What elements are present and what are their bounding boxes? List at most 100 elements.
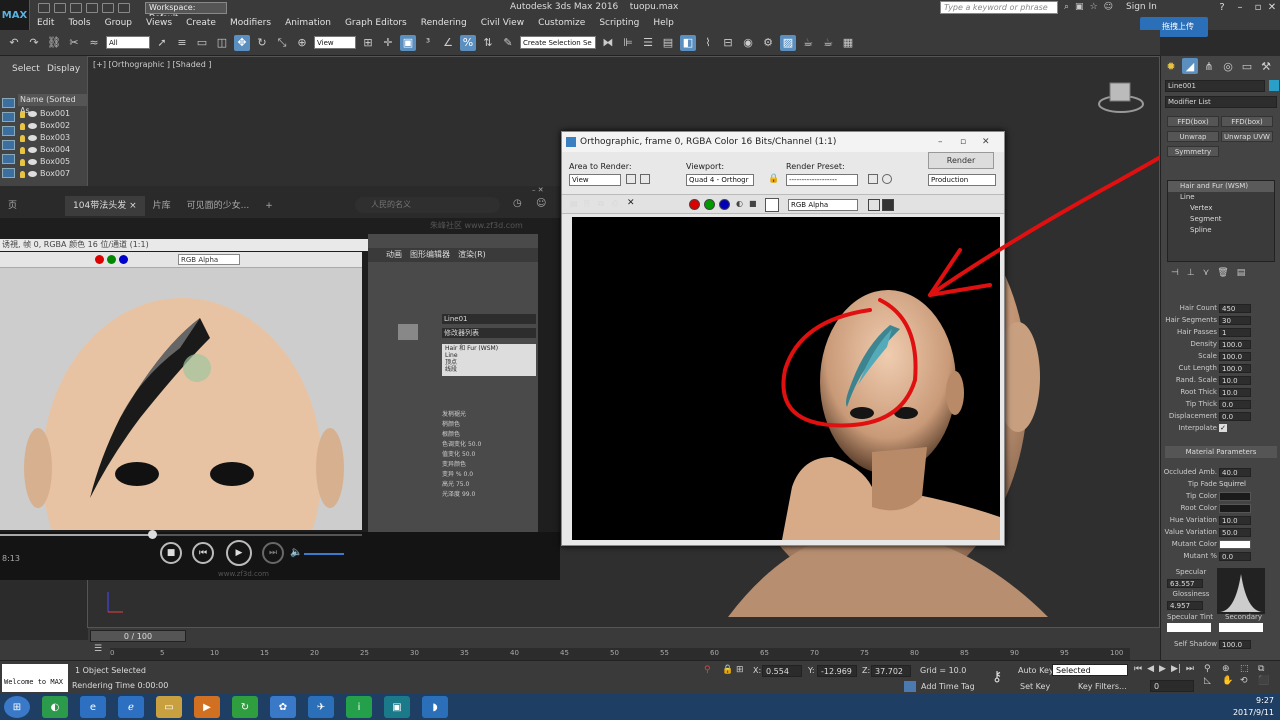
- link-icon[interactable]: ⛓: [46, 35, 62, 51]
- workspace-dropdown[interactable]: Workspace: Default: [145, 2, 227, 22]
- material-params-rollout[interactable]: Material Parameters: [1165, 446, 1277, 458]
- material-editor-icon[interactable]: ◉: [740, 35, 756, 51]
- maximize-viewport-icon[interactable]: ⬛: [1258, 676, 1274, 686]
- help-icon[interactable]: ?: [1212, 0, 1232, 15]
- help-search-input[interactable]: Type a keyword or phrase: [940, 1, 1058, 14]
- close-button[interactable]: ✕: [1262, 0, 1280, 15]
- key-mode-dropdown[interactable]: Selected: [1052, 664, 1128, 676]
- render-canvas[interactable]: [572, 217, 1000, 540]
- stack-item-vertex[interactable]: Vertex: [1168, 203, 1274, 214]
- render-iterative-icon[interactable]: ☕: [820, 35, 836, 51]
- minimize-button[interactable]: –: [1230, 0, 1250, 15]
- menu-views[interactable]: Views: [139, 18, 179, 28]
- taskbar-feather-icon[interactable]: ◗: [422, 696, 448, 718]
- play-icon[interactable]: ▶: [1159, 664, 1166, 674]
- selection-filter-dropdown[interactable]: All: [106, 36, 150, 49]
- key-filters-button[interactable]: Key Filters...: [1078, 682, 1127, 691]
- volume-slider[interactable]: [304, 553, 344, 555]
- taskbar-browser-icon[interactable]: ℯ: [118, 696, 144, 718]
- light-bulb-icon[interactable]: [20, 110, 25, 118]
- field-of-view-icon[interactable]: ◺: [1204, 676, 1220, 686]
- self-shadow-spinner[interactable]: 100.0: [1219, 639, 1251, 649]
- lock-icon[interactable]: 🔒: [768, 174, 779, 184]
- tab-video-2[interactable]: 片库: [145, 196, 179, 216]
- video-search-input[interactable]: 人民的名义: [355, 197, 500, 213]
- object-color-swatch[interactable]: [1269, 80, 1279, 91]
- curve-editor-icon[interactable]: ⌇: [700, 35, 716, 51]
- visibility-icon[interactable]: [28, 159, 37, 165]
- previous-button[interactable]: ⏮: [192, 542, 214, 564]
- edit-named-sel-icon[interactable]: ✎: [500, 35, 516, 51]
- hair-count-spinner[interactable]: 450: [1219, 303, 1251, 313]
- user-icon[interactable]: ☺: [536, 198, 546, 209]
- taskbar-360-icon[interactable]: ◐: [42, 696, 68, 718]
- scene-explorer-icon[interactable]: ▤: [660, 35, 676, 51]
- list-item[interactable]: Box001: [20, 108, 87, 120]
- tab-video-1[interactable]: 104带法头发 ×: [65, 196, 145, 216]
- named-selection-dropdown[interactable]: Create Selection Se: [520, 36, 596, 49]
- unlink-icon[interactable]: ✂: [66, 35, 82, 51]
- render-preset-select[interactable]: -------------------: [786, 174, 858, 186]
- hair-segments-spinner[interactable]: 30: [1219, 315, 1251, 325]
- display-none-icon[interactable]: [2, 98, 15, 108]
- symmetry-button[interactable]: Symmetry: [1167, 146, 1219, 157]
- video-window-controls[interactable]: – ✕: [532, 186, 560, 194]
- light-bulb-icon[interactable]: [20, 170, 25, 178]
- system-clock[interactable]: 9:27 2017/9/11: [1233, 695, 1274, 719]
- stack-item-line[interactable]: Line: [1168, 192, 1274, 203]
- root-color-swatch[interactable]: [1219, 503, 1251, 513]
- stack-item-hair[interactable]: Hair and Fur (WSM): [1168, 181, 1274, 192]
- place-icon[interactable]: ⊕: [294, 35, 310, 51]
- specular-spinner[interactable]: 63.557: [1167, 579, 1203, 588]
- ref-coord-dropdown[interactable]: View: [314, 36, 356, 49]
- select-object-icon[interactable]: ➚: [154, 35, 170, 51]
- menu-create[interactable]: Create: [179, 18, 223, 28]
- tip-color-swatch[interactable]: [1219, 491, 1251, 501]
- z-coordinate-field[interactable]: 37.702: [871, 665, 911, 677]
- pan-icon[interactable]: ✋: [1222, 676, 1238, 686]
- viewcube[interactable]: [1098, 82, 1144, 113]
- display-helpers-icon[interactable]: [2, 168, 15, 178]
- snaps-toggle-icon[interactable]: ³: [420, 35, 436, 51]
- visibility-icon[interactable]: [28, 123, 37, 129]
- scale-spinner[interactable]: 100.0: [1219, 351, 1251, 361]
- print-icon[interactable]: ⎙: [612, 199, 618, 209]
- visibility-icon[interactable]: [28, 147, 37, 153]
- squirrel-checkbox[interactable]: Squirrel: [1219, 480, 1246, 488]
- tab-display-icon[interactable]: ▭: [1239, 58, 1255, 74]
- tab-modify-icon[interactable]: ◢: [1182, 58, 1198, 74]
- specular-tint-swatch[interactable]: [1167, 623, 1211, 632]
- cut-length-spinner[interactable]: 100.0: [1219, 363, 1251, 373]
- timeline-scroll[interactable]: [0, 628, 88, 640]
- menu-group[interactable]: Group: [98, 18, 139, 28]
- zoom-extents-icon[interactable]: ⬚: [1240, 664, 1256, 674]
- remove-modifier-icon[interactable]: 🗑: [1217, 268, 1228, 282]
- render-setup-icon[interactable]: ⚙: [760, 35, 776, 51]
- stack-item-segment[interactable]: Segment: [1168, 214, 1274, 225]
- tab-home-icon[interactable]: 页: [0, 196, 25, 216]
- channel-select[interactable]: RGB Alpha: [788, 199, 858, 211]
- display-shapes-icon[interactable]: [2, 126, 15, 136]
- isolate-icon[interactable]: ⚲: [704, 665, 711, 675]
- unwrap-button[interactable]: Unwrap: [1167, 131, 1219, 142]
- stack-item-spline[interactable]: Spline: [1168, 225, 1274, 236]
- scale-icon[interactable]: ⤡: [274, 35, 290, 51]
- track-bar-icon[interactable]: ☰: [94, 644, 108, 658]
- area-to-render-select[interactable]: View: [569, 174, 621, 186]
- auto-region-icon[interactable]: [640, 174, 650, 184]
- rotate-icon[interactable]: ↻: [254, 35, 270, 51]
- render-setup-icon[interactable]: [868, 174, 878, 184]
- select-by-name-icon[interactable]: ≡: [174, 35, 190, 51]
- show-end-result-icon[interactable]: ⊥: [1187, 268, 1195, 282]
- clone-window-icon[interactable]: ⧉: [598, 199, 604, 209]
- add-time-tag[interactable]: Add Time Tag: [921, 682, 975, 691]
- undo-icon[interactable]: [86, 3, 98, 13]
- monochrome-icon[interactable]: ■: [749, 199, 757, 208]
- light-bulb-icon[interactable]: [20, 158, 25, 166]
- tab-hierarchy-icon[interactable]: ⋔: [1201, 58, 1217, 74]
- taskbar-explorer-icon[interactable]: ▭: [156, 696, 182, 718]
- alpha-channel-icon[interactable]: ◐: [736, 199, 743, 208]
- production-select[interactable]: Production: [928, 174, 996, 186]
- clear-icon[interactable]: ✕: [627, 198, 635, 208]
- taskbar-ie-icon[interactable]: e: [80, 696, 106, 718]
